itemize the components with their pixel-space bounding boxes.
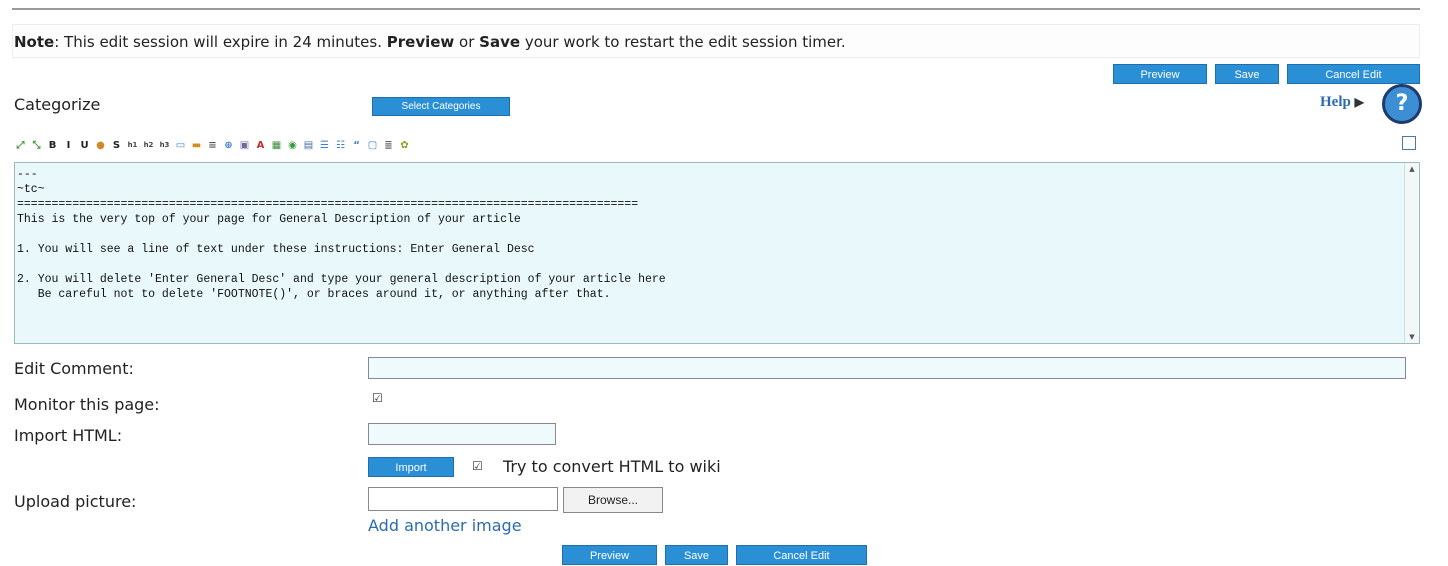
preview-button-bottom[interactable]: Preview bbox=[562, 545, 657, 565]
heading2-icon[interactable]: h2 bbox=[142, 139, 155, 152]
add-another-image-link[interactable]: Add another image bbox=[368, 516, 522, 535]
bullet-list-icon[interactable]: ☰ bbox=[318, 139, 331, 152]
image-icon[interactable]: ▣ bbox=[238, 139, 251, 152]
help-icon-glyph: ? bbox=[1395, 91, 1409, 116]
categorize-label: Categorize bbox=[14, 95, 101, 114]
editor-content[interactable]: --- ~tc~ ===============================… bbox=[15, 163, 1419, 306]
help-icon[interactable]: ? bbox=[1382, 84, 1422, 124]
pdf-icon[interactable]: A bbox=[254, 139, 267, 152]
upload-picture-input[interactable] bbox=[368, 487, 558, 511]
notice-text-1: : This edit session will expire in 24 mi… bbox=[54, 33, 387, 51]
browse-button[interactable]: Browse... bbox=[563, 487, 663, 513]
special-char-icon[interactable]: ✿ bbox=[398, 139, 411, 152]
underline-icon[interactable]: U bbox=[78, 139, 91, 152]
edit-comment-label: Edit Comment: bbox=[14, 359, 134, 378]
picture-icon[interactable]: ▦ bbox=[270, 139, 283, 152]
upload-picture-label: Upload picture: bbox=[14, 492, 137, 511]
monitor-checkbox[interactable]: ☑ bbox=[372, 392, 384, 404]
scroll-down-icon[interactable]: ▼ bbox=[1405, 333, 1419, 341]
numbered-list-icon[interactable]: ☷ bbox=[334, 139, 347, 152]
top-divider bbox=[12, 8, 1420, 10]
edit-comment-input[interactable] bbox=[368, 357, 1406, 379]
save-button-top[interactable]: Save bbox=[1215, 64, 1279, 84]
notice-text-3: your work to restart the edit session ti… bbox=[520, 33, 846, 51]
scroll-up-icon[interactable]: ▲ bbox=[1405, 165, 1419, 173]
italic-icon[interactable]: I bbox=[62, 139, 75, 152]
expand-icon[interactable]: ⤢ bbox=[14, 139, 27, 152]
convert-html-checkbox[interactable]: ☑ bbox=[472, 460, 484, 472]
help-label: Help bbox=[1320, 94, 1351, 110]
page-icon[interactable]: ▭ bbox=[174, 139, 187, 152]
rule-icon[interactable]: ≣ bbox=[382, 139, 395, 152]
session-notice: Note: This edit session will expire in 2… bbox=[12, 24, 1420, 58]
collapse-icon[interactable]: ⤡ bbox=[30, 139, 43, 152]
notice-text-2: or bbox=[454, 33, 480, 51]
heading1-icon[interactable]: h1 bbox=[126, 139, 139, 152]
import-button[interactable]: Import bbox=[368, 457, 454, 477]
monitor-label: Monitor this page: bbox=[14, 395, 160, 414]
table-icon[interactable]: ▬ bbox=[190, 139, 203, 152]
heading3-icon[interactable]: h3 bbox=[158, 139, 171, 152]
convert-html-label: Try to convert HTML to wiki bbox=[503, 457, 721, 476]
notice-prefix: Note bbox=[14, 33, 55, 51]
import-html-input[interactable] bbox=[368, 423, 556, 445]
center-icon[interactable]: ≡ bbox=[206, 139, 219, 152]
fullscreen-icon[interactable] bbox=[1402, 136, 1416, 150]
notice-preview: Preview bbox=[386, 33, 455, 51]
cancel-edit-button-bottom[interactable]: Cancel Edit bbox=[736, 545, 867, 565]
editor-scrollbar[interactable]: ▲ ▼ bbox=[1404, 163, 1419, 343]
save-button-bottom[interactable]: Save bbox=[665, 545, 728, 565]
notice-save: Save bbox=[479, 33, 521, 51]
bold-icon[interactable]: B bbox=[46, 139, 59, 152]
strikethrough-icon[interactable]: S bbox=[110, 139, 123, 152]
select-categories-button[interactable]: Select Categories bbox=[372, 97, 510, 116]
help-arrow-icon: ▶ bbox=[1354, 95, 1364, 109]
import-html-label: Import HTML: bbox=[14, 426, 123, 445]
wiki-editor[interactable]: --- ~tc~ ===============================… bbox=[14, 162, 1420, 344]
editor-toolbar: ⤢ ⤡ B I U ● Sh1 h2 h3 ▭ ▬ ≡ ⊕ ▣ A ▦ ◉ ▤ ☰ ☷ “▢ ≣ ✿ bbox=[14, 136, 411, 154]
quote-icon[interactable]: “ bbox=[350, 139, 363, 152]
cancel-edit-button-top[interactable]: Cancel Edit bbox=[1287, 64, 1420, 84]
help-link[interactable]: Help ▶ bbox=[1320, 94, 1364, 111]
box-icon[interactable]: ▢ bbox=[366, 139, 379, 152]
save-icon[interactable]: ▤ bbox=[302, 139, 315, 152]
color-icon[interactable]: ● bbox=[94, 139, 107, 152]
globe-icon[interactable]: ◉ bbox=[286, 139, 299, 152]
link-icon[interactable]: ⊕ bbox=[222, 139, 235, 152]
preview-button-top[interactable]: Preview bbox=[1113, 64, 1207, 84]
